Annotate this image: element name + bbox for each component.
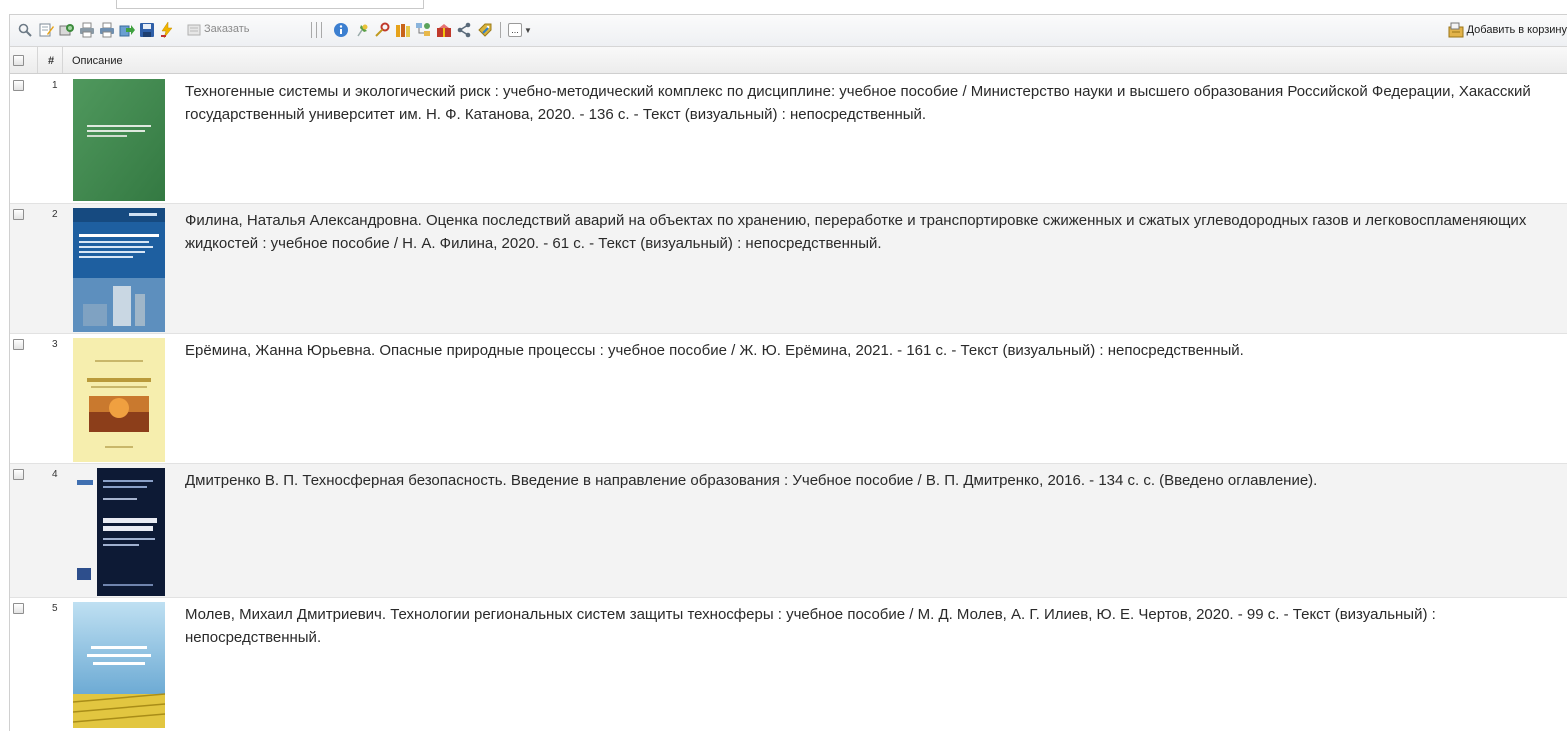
pin-icon[interactable]: [353, 21, 371, 39]
more-actions-dropdown[interactable]: ... ▼: [508, 21, 534, 39]
send-icon[interactable]: [118, 21, 136, 39]
add-to-cart-label: Добавить в корзину: [1466, 24, 1567, 36]
basket-icon: [1448, 22, 1464, 38]
key-icon[interactable]: [373, 21, 391, 39]
record-description[interactable]: Дмитренко В. П. Техносферная безопасност…: [185, 469, 1545, 492]
column-header-description[interactable]: Описание: [72, 55, 123, 67]
book-cover-image[interactable]: [73, 79, 165, 201]
save-icon[interactable]: [138, 21, 156, 39]
record-description[interactable]: Техногенные системы и экологический риск…: [185, 80, 1545, 126]
edit-icon[interactable]: [37, 21, 55, 39]
table-row[interactable]: 5 Молев, Михаил Дмитриевич. Технологии р…: [10, 598, 1567, 731]
table-row[interactable]: 1 Техногенные системы и экологический ри…: [10, 75, 1567, 204]
export-icon[interactable]: [58, 21, 76, 39]
record-description[interactable]: Ерёмина, Жанна Юрьевна. Опасные природны…: [185, 339, 1545, 362]
table-row[interactable]: 3 Ерёмина, Жанна Юрьевна. Опасные природ…: [10, 334, 1567, 464]
row-number: 1: [52, 80, 58, 91]
row-checkbox[interactable]: [13, 80, 24, 91]
toolbar-divider: [316, 22, 317, 38]
network-icon[interactable]: [414, 21, 432, 39]
row-number: 3: [52, 339, 58, 350]
book-cover-image[interactable]: [73, 208, 165, 332]
toolbar-divider: [311, 22, 312, 38]
print-icon[interactable]: [78, 21, 96, 39]
results-toolbar: Заказать ... ▼ Добавить в корзину: [10, 15, 1567, 47]
add-to-cart-button[interactable]: Добавить в корзину: [1448, 21, 1567, 39]
row-number: 4: [52, 469, 58, 480]
select-all-checkbox[interactable]: [13, 55, 24, 66]
table-row[interactable]: 4 Дмитренко В. П. Техносферная безопасно…: [10, 464, 1567, 598]
row-checkbox[interactable]: [13, 209, 24, 220]
column-header-number: #: [48, 55, 55, 67]
more-icon: ...: [508, 23, 522, 37]
table-row[interactable]: 2 Филина, Наталья Александровна. Оценка …: [10, 204, 1567, 334]
info-icon[interactable]: [332, 21, 350, 39]
column-divider: [37, 47, 38, 73]
print-list-icon[interactable]: [98, 21, 116, 39]
flash-icon[interactable]: [158, 21, 176, 39]
row-number: 2: [52, 209, 58, 220]
gift-icon[interactable]: [435, 21, 453, 39]
order-button[interactable]: Заказать: [204, 23, 250, 35]
table-header: # Описание: [10, 47, 1567, 74]
share-icon[interactable]: [455, 21, 473, 39]
chevron-down-icon: ▼: [524, 25, 532, 35]
book-cover-image[interactable]: [73, 602, 165, 728]
row-checkbox[interactable]: [13, 603, 24, 614]
search-icon[interactable]: [16, 21, 34, 39]
row-checkbox[interactable]: [13, 469, 24, 480]
record-description[interactable]: Молев, Михаил Дмитриевич. Технологии рег…: [185, 603, 1545, 649]
record-description[interactable]: Филина, Наталья Александровна. Оценка по…: [185, 209, 1545, 255]
row-number: 5: [52, 603, 58, 614]
search-field-edge[interactable]: [116, 0, 424, 9]
toolbar-divider: [500, 22, 501, 38]
column-divider: [62, 47, 63, 73]
toolbar-divider: [321, 22, 322, 38]
row-checkbox[interactable]: [13, 339, 24, 350]
book-cover-image[interactable]: [73, 468, 165, 596]
order-icon: [185, 21, 203, 39]
tag-icon[interactable]: [476, 21, 494, 39]
books-icon[interactable]: [394, 21, 412, 39]
book-cover-image[interactable]: [73, 338, 165, 462]
top-strip: [0, 0, 1567, 12]
